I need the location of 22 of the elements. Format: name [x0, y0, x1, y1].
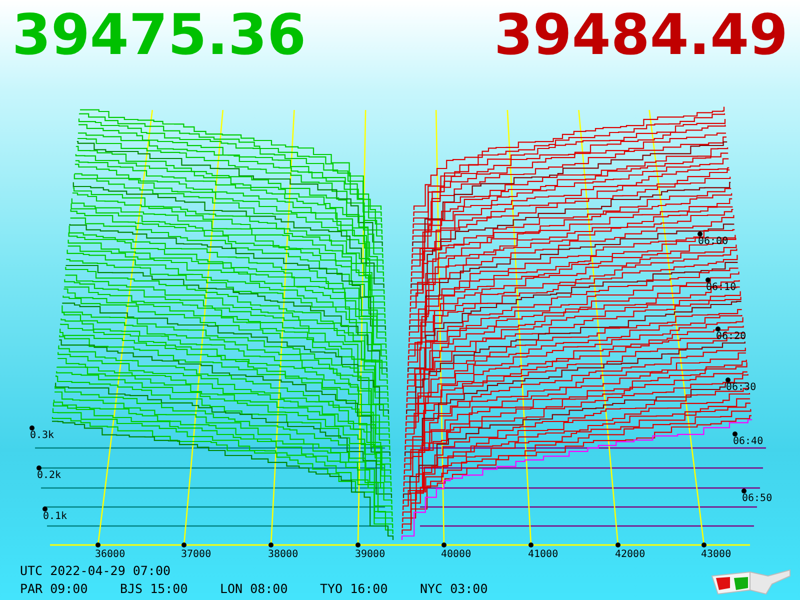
utc-time: UTC 2022-04-29 07:00 [20, 562, 172, 580]
bid-price: 39475.36 [12, 8, 306, 64]
zone-time: LON 08:00 [220, 580, 289, 598]
price-tick-label: 36000 [95, 549, 126, 560]
zone-time: PAR 09:00 [20, 580, 89, 598]
price-tick-label: 39000 [355, 549, 386, 560]
time-tick-label: 06:50 [742, 493, 772, 504]
price-tick-label: 42000 [615, 549, 646, 560]
price-tick-label: 40000 [441, 549, 472, 560]
zone-time: BJS 15:00 [120, 580, 189, 598]
price-tick-label: 43000 [701, 549, 732, 560]
depth-tick-label: 0.2k [37, 470, 62, 481]
price-tick-label: 38000 [268, 549, 298, 560]
time-tick-label: 06:40 [733, 436, 764, 447]
depth-tick-label: 0.1k [43, 511, 68, 522]
zone-time: TYO 16:00 [320, 580, 389, 598]
zone-time: NYC 03:00 [420, 580, 489, 598]
time-tick-label: 06:30 [726, 382, 756, 393]
price-tick-label: 41000 [528, 549, 558, 560]
ask-price: 39484.49 [494, 8, 788, 64]
depth-tick-label: 0.3k [30, 430, 54, 441]
price-tick-label: 37000 [181, 549, 212, 560]
